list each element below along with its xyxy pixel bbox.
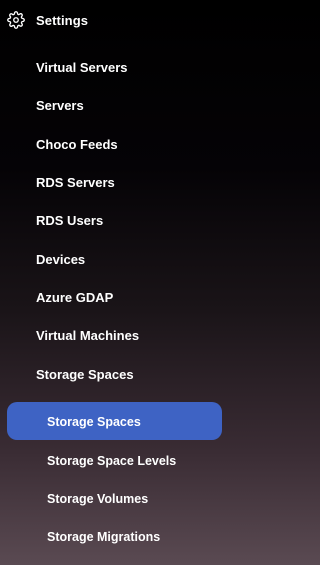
subnav-item-storage-spaces[interactable]: Storage Spaces — [47, 414, 141, 430]
nav-item-storage-spaces[interactable]: Storage Spaces — [36, 367, 134, 383]
settings-header[interactable]: Settings — [7, 10, 88, 30]
nav-item-virtual-servers[interactable]: Virtual Servers — [36, 60, 128, 76]
subnav-item-storage-space-levels[interactable]: Storage Space Levels — [47, 453, 176, 469]
settings-label: Settings — [36, 12, 89, 28]
subnav-item-storage-migrations[interactable]: Storage Migrations — [47, 529, 160, 545]
settings-sidebar: Settings Virtual Servers Servers Choco F… — [0, 0, 262, 565]
nav-item-rds-servers[interactable]: RDS Servers — [36, 175, 115, 191]
nav-item-virtual-machines[interactable]: Virtual Machines — [36, 328, 139, 344]
nav-item-servers[interactable]: Servers — [36, 98, 84, 114]
nav-item-azure-gdap[interactable]: Azure GDAP — [36, 290, 113, 306]
nav-item-choco-feeds[interactable]: Choco Feeds — [36, 137, 118, 153]
subnav-item-storage-volumes[interactable]: Storage Volumes — [47, 491, 148, 507]
gear-icon — [7, 11, 25, 29]
nav-item-rds-users[interactable]: RDS Users — [36, 213, 103, 229]
nav-item-devices[interactable]: Devices — [36, 252, 85, 268]
